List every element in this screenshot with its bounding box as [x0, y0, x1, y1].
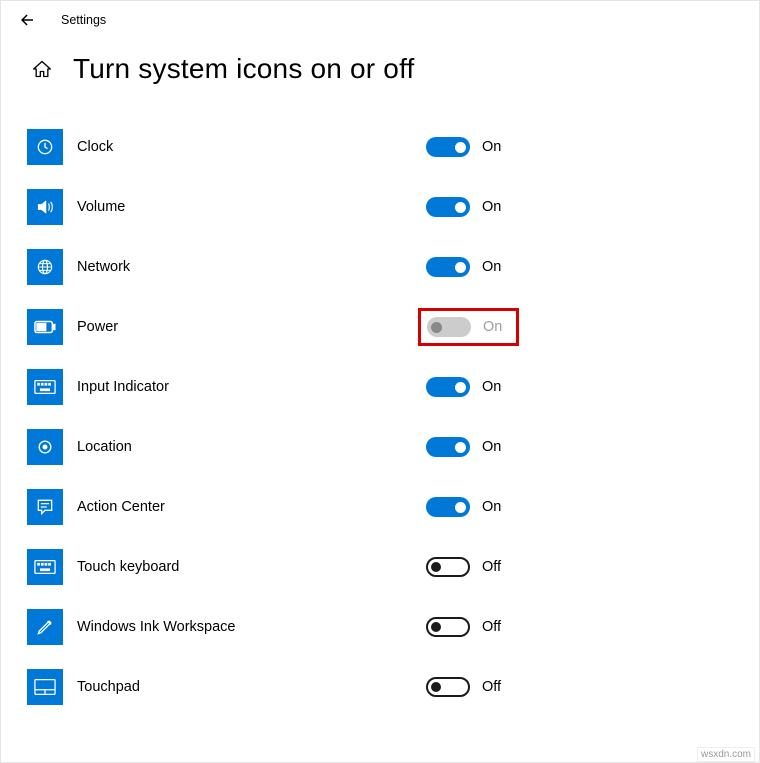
keyboard-icon	[27, 369, 63, 405]
action-center-icon	[27, 489, 63, 525]
toggle-windows-ink[interactable]	[426, 617, 470, 637]
row-location: Location On	[27, 417, 759, 477]
settings-list: Clock On Volume On Network On Power	[1, 117, 759, 717]
toggle-state: Off	[482, 559, 501, 575]
clock-icon	[27, 129, 63, 165]
app-title: Settings	[61, 13, 106, 27]
toggle-state: On	[482, 259, 501, 275]
toggle-wrap-action-center: On	[421, 494, 506, 520]
row-windows-ink: Windows Ink Workspace Off	[27, 597, 759, 657]
row-label: Touchpad	[77, 679, 140, 695]
toggle-wrap-network: On	[421, 254, 506, 280]
pen-icon	[27, 609, 63, 645]
row-clock: Clock On	[27, 117, 759, 177]
toggle-wrap-location: On	[421, 434, 506, 460]
titlebar: Settings	[1, 1, 759, 33]
row-input-indicator: Input Indicator On	[27, 357, 759, 417]
toggle-state: Off	[482, 679, 501, 695]
row-label: Power	[77, 319, 118, 335]
toggle-wrap-touch-keyboard: Off	[421, 554, 506, 580]
back-button[interactable]	[15, 8, 39, 32]
toggle-input-indicator[interactable]	[426, 377, 470, 397]
toggle-wrap-volume: On	[421, 194, 506, 220]
row-label: Volume	[77, 199, 125, 215]
back-arrow-icon	[18, 11, 36, 29]
toggle-state: On	[482, 139, 501, 155]
touch-keyboard-icon	[27, 549, 63, 585]
watermark: wsxdn.com	[697, 747, 755, 762]
row-action-center: Action Center On	[27, 477, 759, 537]
row-power: Power On	[27, 297, 759, 357]
toggle-wrap-touchpad: Off	[421, 674, 506, 700]
toggle-state: On	[482, 199, 501, 215]
row-label: Clock	[77, 139, 113, 155]
toggle-state: On	[482, 499, 501, 515]
toggle-location[interactable]	[426, 437, 470, 457]
row-label: Input Indicator	[77, 379, 169, 395]
page-header: Turn system icons on or off	[1, 33, 759, 117]
touchpad-icon	[27, 669, 63, 705]
toggle-state: On	[483, 319, 502, 335]
volume-icon	[27, 189, 63, 225]
toggle-power	[427, 317, 471, 337]
home-icon	[32, 59, 52, 79]
toggle-wrap-power: On	[418, 308, 519, 346]
toggle-action-center[interactable]	[426, 497, 470, 517]
row-volume: Volume On	[27, 177, 759, 237]
power-icon	[27, 309, 63, 345]
toggle-state: On	[482, 439, 501, 455]
toggle-network[interactable]	[426, 257, 470, 277]
row-touch-keyboard: Touch keyboard Off	[27, 537, 759, 597]
location-icon	[27, 429, 63, 465]
row-label: Action Center	[77, 499, 165, 515]
toggle-state: Off	[482, 619, 501, 635]
toggle-touchpad[interactable]	[426, 677, 470, 697]
row-label: Touch keyboard	[77, 559, 179, 575]
toggle-wrap-windows-ink: Off	[421, 614, 506, 640]
toggle-state: On	[482, 379, 501, 395]
row-label: Location	[77, 439, 132, 455]
toggle-wrap-clock: On	[421, 134, 506, 160]
toggle-clock[interactable]	[426, 137, 470, 157]
page-title: Turn system icons on or off	[73, 53, 415, 85]
toggle-touch-keyboard[interactable]	[426, 557, 470, 577]
network-icon	[27, 249, 63, 285]
home-button[interactable]	[31, 58, 53, 80]
row-label: Windows Ink Workspace	[77, 619, 235, 635]
row-network: Network On	[27, 237, 759, 297]
toggle-wrap-input-indicator: On	[421, 374, 506, 400]
toggle-volume[interactable]	[426, 197, 470, 217]
row-touchpad: Touchpad Off	[27, 657, 759, 717]
row-label: Network	[77, 259, 130, 275]
